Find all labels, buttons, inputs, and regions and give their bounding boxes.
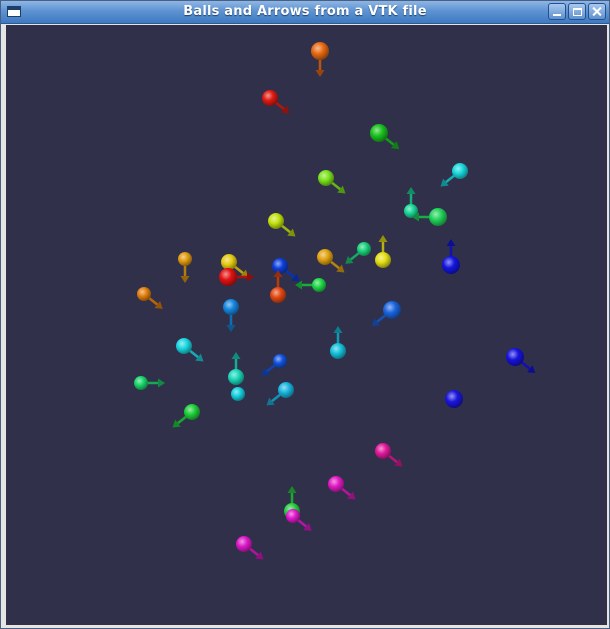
ball-sphere [286,509,300,523]
arrow-head [158,378,165,388]
ball-sphere [506,348,524,366]
ball-glyph [404,187,418,218]
ball-sphere [236,536,252,552]
arrow-head [315,70,325,77]
ball-glyph [295,278,326,292]
ball-sphere [442,256,460,274]
arrow-head [247,272,254,282]
ball-sphere [445,390,463,408]
ball-sphere [272,258,288,274]
ball-glyph [261,354,287,376]
ball-glyph [375,235,391,268]
ball-glyph [134,376,165,390]
ball-sphere [330,343,346,359]
ball-sphere [312,278,326,292]
arrow-head [180,276,190,283]
ball-glyph [375,443,403,467]
ball-glyph [506,348,536,374]
ball-sphere [278,382,294,398]
ball-glyph [137,287,163,309]
ball-glyph [266,382,294,406]
ball-glyph [172,404,200,428]
render-viewport[interactable] [6,25,607,625]
maximize-button[interactable] [568,3,586,20]
close-icon [589,4,605,19]
minimize-button[interactable] [548,3,566,20]
arrow-head [378,235,388,242]
ball-glyph [268,213,296,237]
application-window: Balls and Arrows from a VTK file [0,0,610,629]
ball-sphere [452,163,468,179]
arrow-head [226,325,236,332]
ball-sphere [375,443,391,459]
ball-sphere [383,301,401,319]
arrow-head [446,239,456,246]
ball-sphere [318,170,334,186]
ball-sphere [231,387,245,401]
arrow-head [295,280,302,290]
ball-glyph [270,270,286,303]
arrow-head [333,326,343,333]
ball-sphere [317,249,333,265]
close-button[interactable] [588,3,606,20]
ball-glyph [231,387,245,401]
ball-sphere [178,252,192,266]
ball-sphere [223,299,239,315]
ball-glyph [236,536,264,560]
ball-sphere [429,208,447,226]
ball-glyph [330,326,346,359]
ball-sphere [219,268,237,286]
ball-sphere [270,287,286,303]
vtk-scene[interactable] [6,25,607,625]
ball-sphere [375,252,391,268]
ball-glyph [371,301,401,327]
ball-sphere [221,254,237,270]
ball-sphere [370,124,388,142]
ball-glyph [272,258,300,282]
ball-glyph [440,163,468,187]
ball-glyph [223,299,239,332]
ball-glyph [442,239,460,274]
ball-glyph [286,509,312,531]
ball-glyph [311,42,329,77]
ball-glyph [445,390,463,408]
arrow-head [406,187,416,194]
minimize-icon [553,14,561,16]
ball-sphere [328,476,344,492]
ball-sphere [273,354,287,368]
ball-sphere [184,404,200,420]
arrow-head [231,352,241,359]
ball-sphere [137,287,151,301]
ball-glyph [328,476,356,500]
ball-sphere [311,42,329,60]
ball-glyph [262,90,290,114]
ball-sphere [357,242,371,256]
title-bar[interactable]: Balls and Arrows from a VTK file [1,1,609,24]
ball-glyph [178,252,192,283]
ball-glyph [228,352,244,385]
ball-sphere [228,369,244,385]
arrow-head [287,486,297,493]
ball-glyph [318,170,346,194]
window-title: Balls and Arrows from a VTK file [183,4,427,19]
ball-sphere [176,338,192,354]
ball-glyph [219,268,254,286]
ball-glyph [317,249,345,273]
ball-glyph [176,338,204,362]
ball-sphere [134,376,148,390]
maximize-icon [573,8,582,16]
ball-sphere [262,90,278,106]
ball-glyph [345,242,371,264]
ball-glyph [370,124,400,150]
ball-sphere [268,213,284,229]
